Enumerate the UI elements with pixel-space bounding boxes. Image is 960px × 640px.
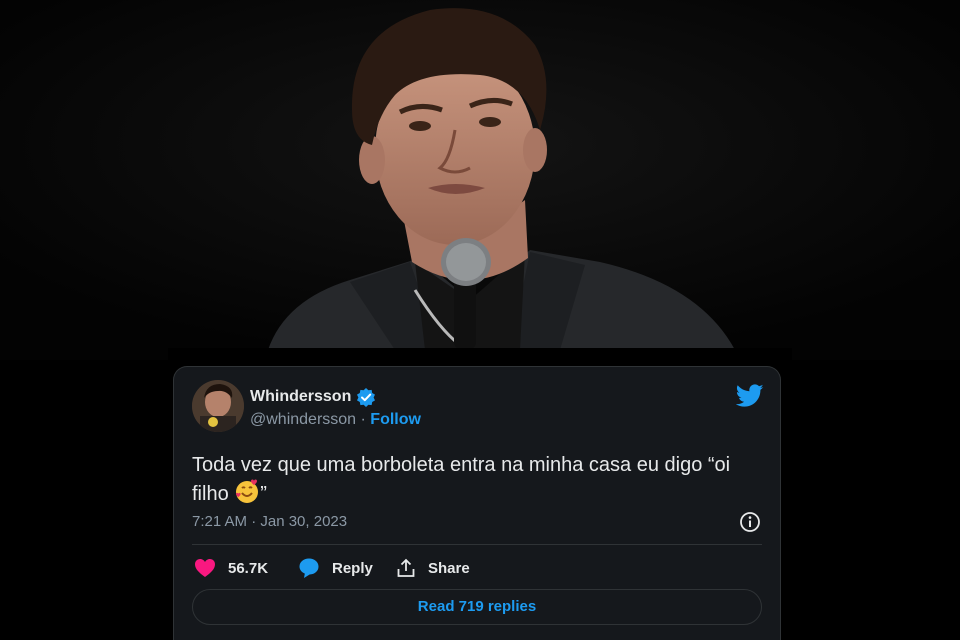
twitter-bird-icon[interactable] <box>735 384 764 413</box>
reply-button[interactable]: Reply <box>298 557 373 579</box>
read-replies-button[interactable]: Read 719 replies <box>192 589 762 625</box>
divider <box>192 544 762 545</box>
verified-badge-icon <box>356 387 376 412</box>
like-count: 56.7K <box>228 559 269 577</box>
avatar[interactable] <box>192 380 244 432</box>
user-handle[interactable]: @whindersson <box>250 411 356 428</box>
share-button[interactable]: Share <box>396 557 470 579</box>
tweet-timestamp[interactable]: 7:21 AM · Jan 30, 2023 <box>192 513 347 530</box>
tweet-text: Toda vez que uma borboleta entra na minh… <box>192 452 772 511</box>
display-name[interactable]: Whindersson <box>250 388 351 406</box>
speech-bubble-icon <box>298 557 320 579</box>
handle-separator: · <box>356 411 371 428</box>
reply-label: Reply <box>332 559 373 577</box>
info-icon[interactable] <box>739 511 761 538</box>
user-handle-line: @whindersson · Follow <box>250 411 421 429</box>
heart-icon <box>194 558 216 578</box>
follow-button[interactable]: Follow <box>370 411 421 428</box>
background-photo <box>0 0 960 360</box>
smiling-face-with-hearts-emoji-icon <box>234 478 260 511</box>
tweet-text-main: Toda vez que uma borboleta entra na minh… <box>192 454 731 505</box>
tweet-text-closing-quote: ” <box>260 482 267 505</box>
share-label: Share <box>428 559 470 577</box>
share-upload-icon <box>396 558 416 578</box>
like-button[interactable]: 56.7K <box>194 557 268 579</box>
